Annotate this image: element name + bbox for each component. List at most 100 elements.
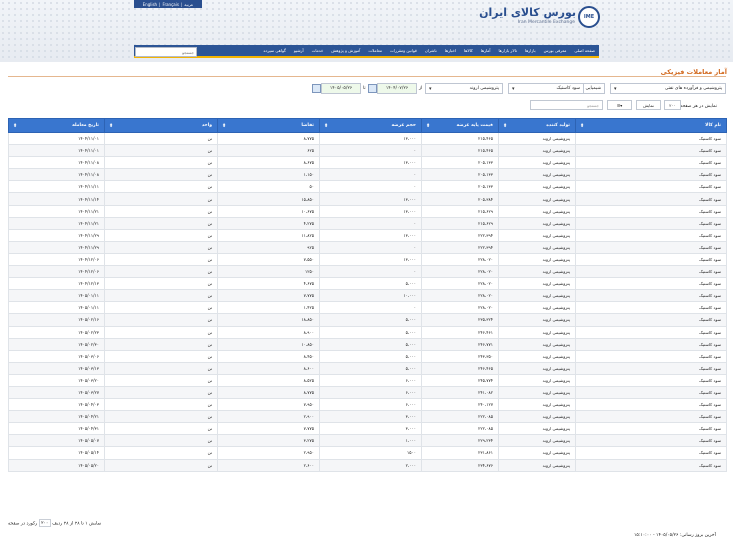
table-row[interactable]: ۱۴۰۴/۱۱/۲۱ تن ۱۰،۶۷۵ ۱۳،۰۰۰ ۲۱۵،۶۲۹ پتروشیمی … bbox=[8, 204, 727, 218]
to-date-input[interactable]: ۱۴۰۵/۰۵/۲۶ bbox=[321, 83, 361, 94]
table-cell: ۲۲۲،۰۸۵ bbox=[421, 410, 499, 424]
nav-home[interactable]: صفحه اصلی bbox=[570, 48, 599, 53]
table-header-row: تاریخ معامله ⬍ واحد ⬍ تقاضا ⬍ حجم عرضه ⬍ قیمت پا… bbox=[8, 118, 727, 133]
nav-education[interactable]: آموزش و پژوهش bbox=[327, 48, 364, 53]
table-cell: ۸،۷۷۵ bbox=[217, 385, 320, 400]
producer-select[interactable]: ▾ پتروشیمی اروند bbox=[425, 83, 503, 94]
table-cell: ۲۲۲،۳۹۴ bbox=[421, 228, 499, 242]
nav-issuers[interactable]: ناشران bbox=[421, 48, 441, 53]
table-row[interactable]: ۱۴۰۵/۰۳/۲۰ تن ۸،۵۲۵ ۶،۰۰۰ ۲۴۵،۷۷۴ پتروشیمی ار… bbox=[8, 373, 727, 387]
table-row[interactable]: ۱۴۰۵/۰۴/۲۱ تن ۲،۹۰۰ ۳،۰۰۰ ۲۲۲،۰۸۵ پتروشیمی ار… bbox=[8, 410, 727, 424]
sort-icon[interactable]: ⬍ bbox=[503, 123, 507, 129]
column-header[interactable]: تولید کننده ⬍ bbox=[498, 118, 576, 133]
table-row[interactable]: ۱۴۰۴/۱۱/۱۱ تن ۵۰ ۰ ۲۰۵،۱۳۳ پتروشیمی اروند سود … bbox=[8, 180, 727, 194]
chevron-down-icon: ▾ bbox=[429, 85, 432, 92]
table-cell: ۵،۰۰۰ bbox=[319, 313, 422, 327]
table-row[interactable]: ۱۴۰۵/۰۵/۱۴ تن ۲،۹۵۰ ۱۵۰۰ ۲۳۱،۸۶۱ پتروشیمی ارو… bbox=[8, 446, 727, 460]
table-cell: تن bbox=[104, 204, 218, 218]
table-cell: تن bbox=[104, 265, 218, 279]
table-row[interactable]: ۱۴۰۵/۰۲/۲۳ تن ۸،۹۰۰ ۵،۰۰۰ ۲۴۶،۴۶۱ پتروشیمی ار… bbox=[8, 325, 727, 339]
column-header[interactable]: تاریخ معامله ⬍ bbox=[8, 118, 105, 133]
page-size-select[interactable]: ۲۰۰ bbox=[664, 100, 681, 110]
nav-about[interactable]: معرفی بورس bbox=[540, 48, 571, 53]
column-header[interactable]: حجم عرضه ⬍ bbox=[319, 118, 422, 133]
table-cell: تن bbox=[104, 325, 218, 339]
rows-per-page-select[interactable]: ۲۰۰ bbox=[38, 519, 51, 527]
table-row[interactable]: ۱۴۰۵/۰۱/۱۱ تن ۷،۷۷۵ ۱۰،۰۰۰ ۲۲۸،۰۲۰ پتروشیمی ا… bbox=[8, 289, 727, 303]
table-row[interactable]: ۱۴۰۵/۰۳/۲۷ تن ۸،۷۷۵ ۶،۰۰۰ ۲۴۱،۰۸۲ پتروشیمی ار… bbox=[8, 385, 727, 400]
table-cell: تن bbox=[104, 458, 218, 472]
table-cell: تن bbox=[104, 446, 218, 460]
table-row[interactable]: ۱۴۰۴/۱۲/۰۶ تن ۱۲۵۰ ۰ ۲۲۸،۰۲۰ پتروشیمی اروند سو… bbox=[8, 265, 727, 279]
site-header: English | Français | عربية IME بورس کالا… bbox=[0, 0, 733, 62]
table-options-button[interactable]: ☰▾ bbox=[607, 100, 632, 110]
calendar-icon[interactable] bbox=[312, 84, 321, 93]
table-cell: ۲۲۸،۰۲۰ bbox=[421, 252, 499, 267]
sort-icon[interactable]: ⬍ bbox=[426, 123, 430, 129]
nav-statistics[interactable]: آمارها bbox=[477, 48, 495, 53]
table-cell: پتروشیمی اروند bbox=[498, 337, 576, 351]
table-row[interactable]: ۱۴۰۵/۰۲/۳۰ تن ۱۰،۸۵۰ ۵،۰۰۰ ۲۴۶،۷۷۱ پتروشیمی ا… bbox=[8, 337, 727, 351]
table-cell: پتروشیمی اروند bbox=[498, 289, 576, 303]
table-row[interactable]: ۱۴۰۴/۱۱/۱۴ تن ۱۵،۸۵۰ ۱۳،۰۰۰ ۲۰۵،۳۸۴ پتروشیمی … bbox=[8, 192, 727, 206]
table-row[interactable]: ۱۴۰۵/۰۳/۱۳ تن ۸،۶۰۰ ۵،۰۰۰ ۲۴۶،۴۶۵ پتروشیمی ار… bbox=[8, 361, 727, 375]
table-row[interactable]: ۱۴۰۵/۰۱/۱۱ تن ۱،۴۲۵ ۰ ۲۲۸،۰۲۰ پتروشیمی اروند س… bbox=[8, 301, 727, 315]
column-header[interactable]: واحد ⬍ bbox=[104, 118, 218, 133]
table-row[interactable]: ۱۴۰۴/۱۱/۰۸ تن ۱،۱۵۰ ۰ ۲۰۵،۱۳۳ پتروشیمی اروند س… bbox=[8, 168, 727, 182]
table-row[interactable]: ۱۴۰۴/۱۱/۲۹ تن ۱۱،۸۲۵ ۱۳،۰۰۰ ۲۲۲،۳۹۴ پتروشیمی … bbox=[8, 228, 727, 242]
table-row[interactable]: ۱۴۰۴/۱۱/۰۱ تن ۶۲۵ ۰ ۲۱۵،۴۶۵ پتروشیمی اروند سود… bbox=[8, 144, 727, 158]
nav-commodities[interactable]: کالاها bbox=[460, 48, 477, 53]
lang-arabic-link[interactable]: عربية bbox=[184, 2, 193, 7]
nav-archive[interactable]: آرشیو bbox=[290, 48, 308, 53]
table-row[interactable]: ۱۴۰۴/۱۱/۰۱ تن ۸،۷۷۵ ۱۳،۰۰۰ ۲۱۵،۴۶۵ پتروشیمی ا… bbox=[8, 131, 727, 146]
table-cell: ۲۴۳،۳۵۰ bbox=[421, 349, 499, 363]
column-header[interactable]: قیمت پایه عرضه ⬍ bbox=[421, 118, 499, 133]
table-row[interactable]: ۱۴۰۵/۰۴/۳۱ تن ۷،۷۷۵ ۳،۰۰۰ ۲۲۲،۰۸۵ پتروشیمی ار… bbox=[8, 422, 727, 436]
table-cell: سود کاستیک bbox=[575, 434, 727, 448]
site-search-input[interactable] bbox=[135, 47, 197, 57]
nav-trading[interactable]: معاملات bbox=[364, 48, 386, 53]
table-search-input[interactable]: جستجو bbox=[530, 100, 603, 110]
table-row[interactable]: ۱۴۰۴/۱۱/۰۸ تن ۸،۶۷۵ ۱۳،۰۰۰ ۲۰۵،۱۳۳ پتروشیمی ا… bbox=[8, 156, 727, 170]
from-date-input[interactable]: ۱۴۰۴/۰۷/۲۶ bbox=[377, 83, 417, 94]
nav-services[interactable]: خدمات bbox=[308, 48, 328, 53]
column-header[interactable]: نام کالا ⬍ bbox=[575, 118, 727, 133]
sort-icon[interactable]: ⬍ bbox=[324, 123, 328, 129]
nav-markets[interactable]: بازارها bbox=[521, 48, 540, 53]
table-cell: پتروشیمی اروند bbox=[498, 349, 576, 363]
nav-market-halls[interactable]: تالار بازارها bbox=[495, 48, 521, 53]
lang-french-link[interactable]: Français bbox=[162, 2, 179, 7]
show-button[interactable]: نمایش bbox=[636, 100, 661, 110]
sort-icon[interactable]: ⬍ bbox=[580, 123, 584, 129]
table-cell: سود کاستیک bbox=[575, 228, 727, 242]
table-row[interactable]: ۱۴۰۴/۱۱/۲۱ تن ۴،۲۷۵ ۰ ۲۱۵،۶۲۹ پتروشیمی اروند س… bbox=[8, 216, 727, 230]
nav-news[interactable]: اخبارها bbox=[441, 48, 460, 53]
group-select[interactable]: ▾ پتروشیمی و فرآورده های نفتی bbox=[610, 83, 726, 94]
table-row[interactable]: ۱۴۰۴/۱۲/۰۶ تن ۷،۵۵۰ ۱۳،۰۰۰ ۲۲۸،۰۲۰ پتروشیمی ا… bbox=[8, 252, 727, 267]
table-cell: ۱۴۰۴/۱۲/۰۶ bbox=[8, 252, 105, 267]
nav-rules[interactable]: قوانین ومقررات bbox=[386, 48, 421, 53]
table-cell: ۱۴۰۴/۱۱/۰۸ bbox=[8, 168, 105, 182]
table-row[interactable]: ۱۴۰۵/۰۴/۰۳ تن ۷،۹۵۰ ۶،۰۰۰ ۲۴۰،۱۲۷ پتروشیمی ار… bbox=[8, 398, 727, 412]
table-row[interactable]: ۱۴۰۴/۱۲/۱۳ تن ۴،۶۷۵ ۵،۰۰۰ ۲۲۸،۰۲۰ پتروشیمی ار… bbox=[8, 277, 727, 291]
table-row[interactable]: ۱۴۰۵/۰۵/۰۷ تن ۳،۲۷۵ ۱،۰۰۰ ۲۲۹،۲۳۴ پتروشیمی ار… bbox=[8, 434, 727, 448]
table-cell: سود کاستیک bbox=[575, 204, 727, 218]
nav-certificates[interactable]: گواهی سپرده bbox=[259, 48, 289, 53]
sort-icon[interactable]: ⬍ bbox=[13, 123, 17, 129]
table-cell: تن bbox=[104, 422, 218, 436]
commodity-select[interactable]: ▾ سود کاستیک bbox=[508, 83, 584, 94]
table-row[interactable]: ۱۴۰۴/۱۱/۲۹ تن ۹۲۵ ۰ ۲۲۲،۳۹۴ پتروشیمی اروند سود… bbox=[8, 240, 727, 254]
table-body: ۱۴۰۴/۱۱/۰۱ تن ۸،۷۷۵ ۱۳،۰۰۰ ۲۱۵،۴۶۵ پتروشیمی ا… bbox=[8, 131, 727, 472]
lang-english-link[interactable]: English bbox=[143, 2, 157, 7]
table-cell: سود کاستیک bbox=[575, 265, 727, 279]
table-cell: تن bbox=[104, 349, 218, 363]
table-row[interactable]: ۱۴۰۵/۰۲/۱۶ تن ۱۸،۸۵۰ ۵،۰۰۰ ۲۳۵،۳۲۴ پتروشیمی ا… bbox=[8, 313, 727, 327]
sort-icon[interactable]: ⬍ bbox=[109, 123, 113, 129]
table-row[interactable]: ۱۴۰۵/۰۳/۰۶ تن ۸،۴۵۰ ۵،۰۰۰ ۲۴۳،۳۵۰ پتروشیمی ار… bbox=[8, 349, 727, 363]
column-header[interactable]: تقاضا ⬍ bbox=[217, 118, 320, 133]
calendar-icon[interactable] bbox=[368, 84, 377, 93]
table-cell: ۲۲۸،۰۲۰ bbox=[421, 277, 499, 291]
table-row[interactable]: ۱۴۰۵/۰۵/۲۰ تن ۲،۶۰۰ ۲،۰۰۰ ۲۳۴،۶۷۶ پتروشیمی ار… bbox=[8, 458, 727, 472]
sort-icon[interactable]: ⬍ bbox=[222, 123, 226, 129]
ime-logo[interactable]: IME بورس کالای ایران Iran Mercantile Exc… bbox=[479, 5, 600, 33]
